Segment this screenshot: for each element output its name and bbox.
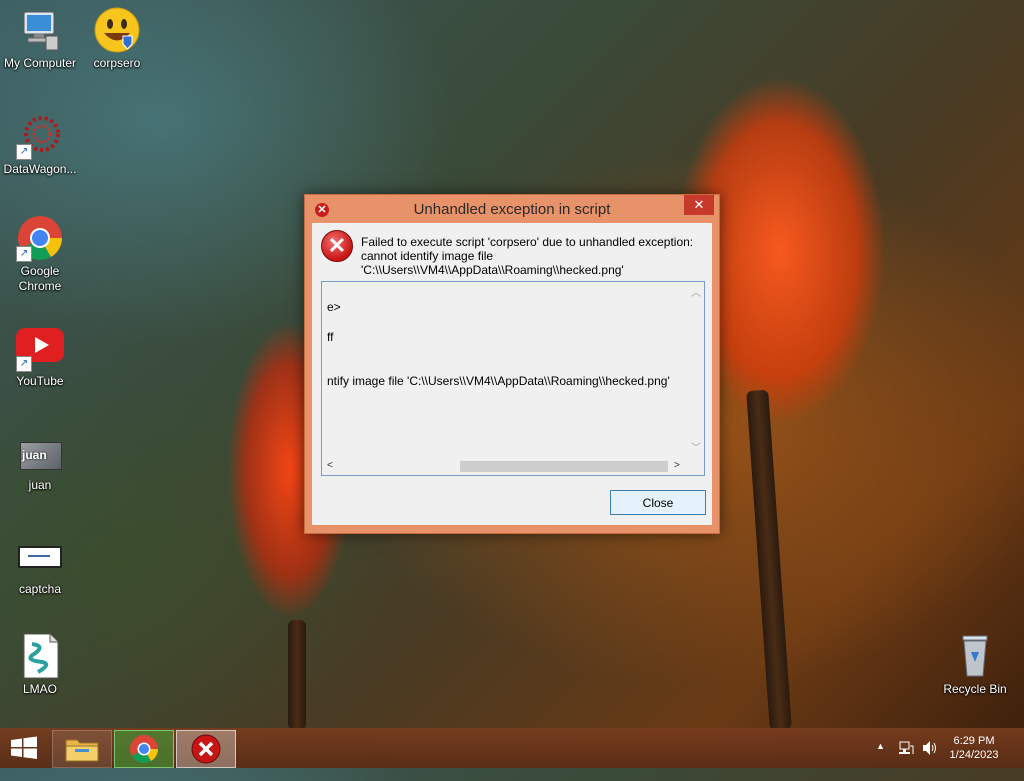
clock[interactable]: 6:29 PM 1/24/2023 bbox=[944, 734, 1004, 762]
title-close-button[interactable]: ✕ bbox=[684, 195, 714, 215]
shortcut-arrow-icon: ↗ bbox=[16, 144, 32, 160]
desktop-icon-my-computer[interactable]: My Computer bbox=[0, 6, 80, 71]
desktop-icon-label: Recycle Bin bbox=[943, 682, 1007, 696]
desktop-icon-label: My Computer bbox=[3, 56, 77, 70]
traceback-line: e> bbox=[327, 300, 341, 314]
error-message: Failed to execute script 'corpsero' due … bbox=[361, 235, 706, 277]
thumbnail-caption: juan bbox=[22, 448, 47, 462]
vertical-scrollbar[interactable]: ︿ ﹀ bbox=[687, 282, 704, 458]
close-button[interactable]: Close bbox=[610, 490, 706, 515]
error-icon bbox=[191, 734, 221, 764]
desktop-icon-label: juan bbox=[28, 478, 52, 492]
chrome-icon bbox=[130, 735, 158, 763]
desktop-icon-google-chrome[interactable]: ↗ Google Chrome bbox=[0, 214, 80, 294]
clock-time: 6:29 PM bbox=[953, 735, 995, 747]
show-hidden-icons-button[interactable]: ▲ bbox=[876, 741, 885, 781]
datawagon-icon: ↗ bbox=[16, 112, 64, 160]
smiley-icon bbox=[93, 6, 141, 54]
horizontal-scrollbar[interactable]: < > bbox=[322, 458, 687, 475]
desktop-icon-corpsero[interactable]: corpsero bbox=[77, 6, 157, 71]
traceback-text: e> ff ntify image file 'C:\\Users\\VM4\\… bbox=[327, 300, 670, 388]
image-thumbnail-icon bbox=[16, 532, 64, 580]
taskbar-file-explorer[interactable] bbox=[52, 730, 112, 768]
file-explorer-icon bbox=[65, 739, 99, 762]
traceback-line: ff bbox=[327, 330, 334, 344]
error-message-line: Failed to execute script 'corpsero' due … bbox=[361, 235, 694, 249]
scroll-down-arrow-icon[interactable]: ﹀ bbox=[691, 439, 701, 454]
error-message-line: cannot identify image file bbox=[361, 249, 494, 263]
error-icon: ✕ bbox=[321, 230, 353, 262]
desktop-icon-label: captcha bbox=[18, 582, 62, 596]
desktop-icon-recycle-bin[interactable]: Recycle Bin bbox=[935, 632, 1015, 697]
computer-icon bbox=[16, 6, 64, 54]
desktop-icon-label: DataWagon... bbox=[3, 162, 77, 176]
taskbar: ▲ 6:29 PM 1/24/2023 bbox=[0, 728, 1024, 768]
desktop-icon-label: LMAO bbox=[22, 682, 57, 696]
traceback-textbox[interactable]: e> ff ntify image file 'C:\\Users\\VM4\\… bbox=[321, 281, 705, 476]
shortcut-arrow-icon: ↗ bbox=[16, 356, 32, 372]
scroll-up-arrow-icon[interactable]: ︿ bbox=[691, 284, 701, 299]
clock-date: 1/24/2023 bbox=[949, 749, 999, 761]
scroll-left-arrow-icon[interactable]: < bbox=[327, 460, 333, 471]
error-dialog: ✕ Unhandled exception in script ✕ ✕ Fail… bbox=[304, 194, 720, 534]
dialog-body: ✕ Failed to execute script 'corpsero' du… bbox=[312, 223, 712, 525]
wallpaper-tulip-stem bbox=[746, 389, 792, 731]
shortcut-arrow-icon: ↗ bbox=[16, 246, 32, 262]
desktop-icon-juan[interactable]: juan juan bbox=[0, 428, 80, 493]
chrome-icon: ↗ bbox=[16, 214, 64, 262]
desktop-icon-youtube[interactable]: ↗ YouTube bbox=[0, 324, 80, 389]
recycle-bin-icon bbox=[951, 632, 999, 680]
desktop-icon-label: corpsero bbox=[93, 56, 141, 70]
desktop-icon-captcha[interactable]: captcha bbox=[0, 532, 80, 597]
volume-icon[interactable] bbox=[921, 740, 939, 780]
taskbar-error-window[interactable] bbox=[176, 730, 236, 768]
traceback-line: ntify image file 'C:\\Users\\VM4\\AppDat… bbox=[327, 374, 670, 388]
wallpaper-tulip-stem bbox=[288, 620, 306, 730]
taskbar-chrome[interactable] bbox=[114, 730, 174, 768]
dialog-title: Unhandled exception in script bbox=[413, 201, 611, 218]
script-file-icon bbox=[16, 632, 64, 680]
desktop-icon-label: Google Chrome bbox=[18, 264, 62, 293]
scroll-right-arrow-icon[interactable]: > bbox=[674, 460, 680, 471]
desktop-icon-datawagon[interactable]: ↗ DataWagon... bbox=[0, 112, 80, 177]
start-button[interactable] bbox=[0, 728, 48, 768]
youtube-icon: ↗ bbox=[16, 324, 64, 372]
network-icon[interactable] bbox=[898, 740, 914, 780]
error-message-line: 'C:\\Users\\VM4\\AppData\\Roaming\\hecke… bbox=[361, 263, 624, 277]
dialog-titlebar[interactable]: ✕ Unhandled exception in script ✕ bbox=[305, 195, 719, 223]
desktop-icon-lmao[interactable]: LMAO bbox=[0, 632, 80, 697]
desktop-icon-label: YouTube bbox=[16, 374, 64, 388]
windows-logo-icon bbox=[11, 736, 37, 759]
image-thumbnail-icon: juan bbox=[16, 428, 64, 476]
horizontal-scroll-thumb[interactable] bbox=[460, 461, 668, 472]
